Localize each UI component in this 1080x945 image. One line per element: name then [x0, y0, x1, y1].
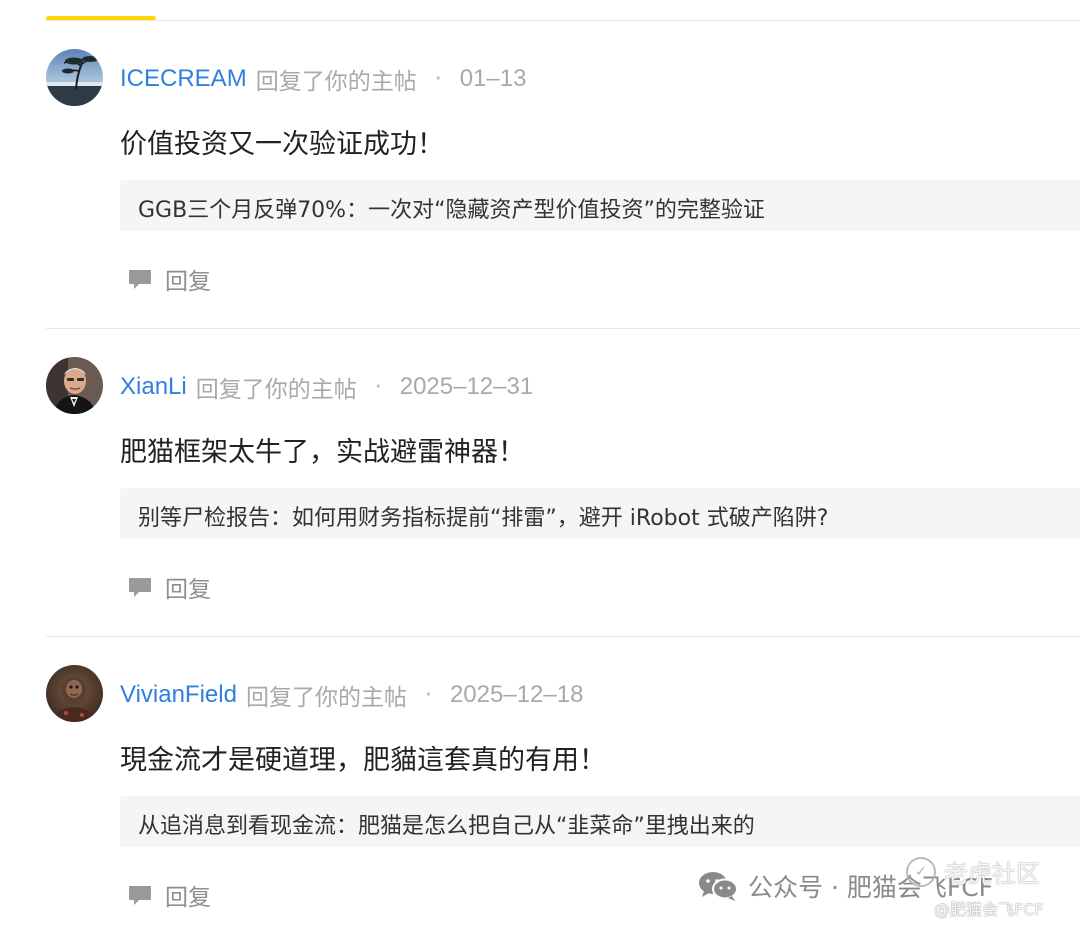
notification-header: ICECREAM 回复了你的主帖 · 01–13 — [120, 59, 526, 99]
quoted-post-title: GGB三个月反弹70%：一次对“隐藏资产型价值投资”的完整验证 — [138, 198, 765, 223]
comment-text[interactable]: 肥猫框架太牛了，实战避雷神器！ — [120, 430, 525, 469]
notification-header: VivianField 回复了你的主帖 · 2025–12–18 — [120, 675, 583, 715]
man-portrait-avatar[interactable] — [46, 357, 103, 414]
action-text: 回复了你的主帖 — [195, 377, 357, 403]
community-handle: @肥猫会飞FCF — [934, 900, 1044, 919]
quoted-post-card[interactable]: GGB三个月反弹70%：一次对“隐藏资产型价值投资”的完整验证 — [120, 180, 1080, 231]
action-text: 回复了你的主帖 — [255, 69, 417, 95]
comment-text[interactable]: 現金流才是硬道理，肥貓這套真的有用！ — [120, 738, 606, 777]
timestamp: 2025–12–18 — [449, 681, 584, 708]
separator-dot: · — [434, 66, 442, 92]
timestamp: 01–13 — [459, 65, 527, 92]
reply-button[interactable]: 回复 — [127, 877, 211, 913]
quoted-post-card[interactable]: 从追消息到看现金流：肥猫是怎么把自己从“韭菜命”里拽出来的 — [120, 796, 1080, 847]
notification-item: ICECREAM 回复了你的主帖 · 01–13 价值投资又一次验证成功！ GG… — [0, 21, 1080, 329]
wechat-icon — [698, 870, 738, 902]
seaside-tree-avatar[interactable] — [46, 49, 103, 106]
notification-item: XianLi 回复了你的主帖 · 2025–12–31 肥猫框架太牛了，实战避雷… — [0, 329, 1080, 637]
reply-label: 回复 — [165, 885, 211, 911]
tiger-logo-icon: ✓ — [906, 856, 936, 887]
separator-dot: · — [374, 374, 382, 400]
quoted-post-card[interactable]: 别等尸检报告：如何用财务指标提前“排雷”，避开 iRobot 式破产陷阱? — [120, 488, 1080, 539]
reply-button[interactable]: 回复 — [127, 569, 211, 605]
username-link[interactable]: VivianField — [120, 681, 237, 709]
username-link[interactable]: XianLi — [120, 373, 187, 401]
notification-header: XianLi 回复了你的主帖 · 2025–12–31 — [120, 367, 533, 407]
notification-list: ICECREAM 回复了你的主帖 · 01–13 价值投资又一次验证成功！ GG… — [0, 21, 1080, 945]
reply-button[interactable]: 回复 — [127, 261, 211, 297]
username-link[interactable]: ICECREAM — [120, 65, 247, 93]
community-name: 老虎社区 — [944, 860, 1040, 888]
timestamp: 2025–12–31 — [399, 373, 534, 400]
reply-label: 回复 — [165, 269, 211, 295]
comment-text[interactable]: 价值投资又一次验证成功！ — [120, 122, 444, 161]
comment-bubble-icon — [127, 574, 153, 600]
quoted-post-title: 别等尸检报告：如何用财务指标提前“排雷”，避开 iRobot 式破产陷阱? — [138, 506, 829, 531]
comment-bubble-icon — [127, 882, 153, 908]
separator-dot: · — [424, 682, 432, 708]
reply-label: 回复 — [165, 577, 211, 603]
action-text: 回复了你的主帖 — [245, 685, 407, 711]
comment-bubble-icon — [127, 266, 153, 292]
quoted-post-title: 从追消息到看现金流：肥猫是怎么把自己从“韭菜命”里拽出来的 — [138, 814, 755, 839]
dark-portrait-avatar[interactable] — [46, 665, 103, 722]
community-watermark: ✓ 老虎社区 — [906, 854, 1040, 889]
